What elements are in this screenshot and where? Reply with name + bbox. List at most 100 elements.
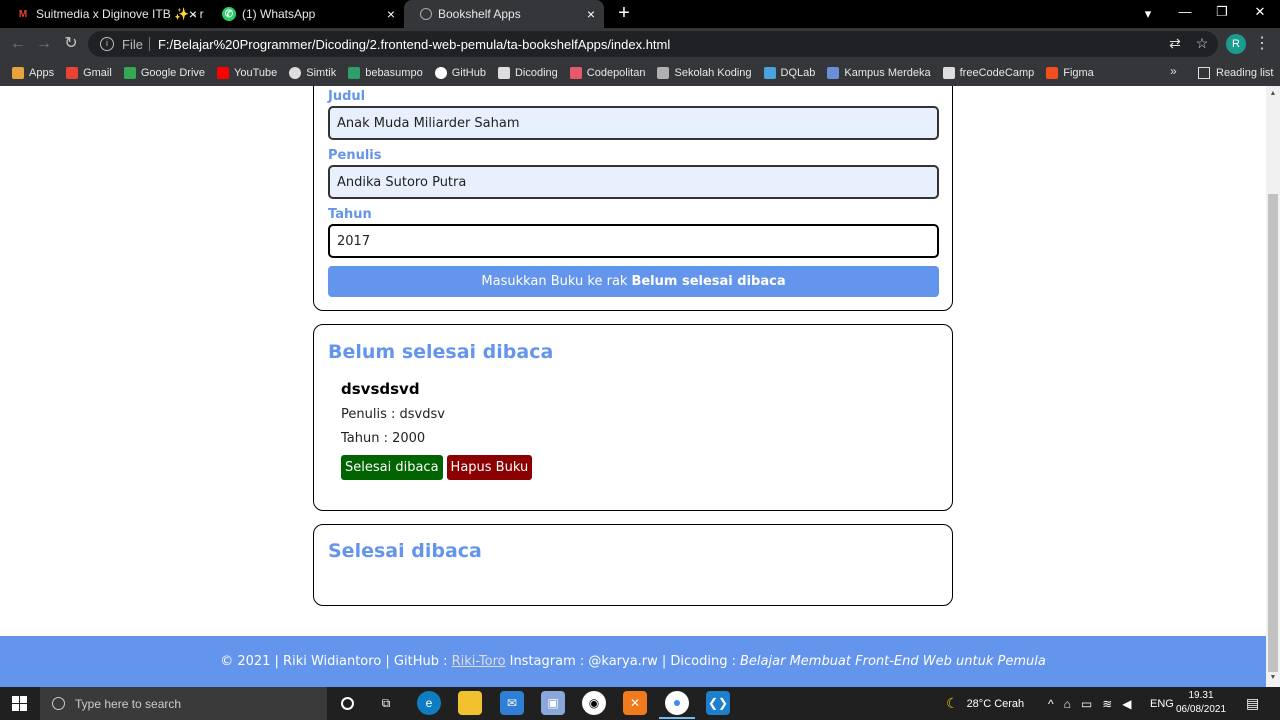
chrome-icon[interactable] [659, 691, 695, 719]
bookmark-label: freeCodeCamp [959, 67, 1035, 79]
scroll-up-icon[interactable]: ▲ [1269, 90, 1277, 98]
url-text[interactable]: F:/Belajar%20Programmer/Dicoding/2.front… [158, 37, 670, 52]
photos-icon[interactable]: ▣ [541, 691, 565, 715]
volume-icon[interactable]: ◀ [1122, 697, 1131, 711]
window-close-icon[interactable]: ✕ [1250, 4, 1270, 20]
github-link[interactable]: Riki-Toro [452, 654, 506, 669]
delete-book-button[interactable]: Hapus Buku [446, 455, 533, 480]
more-bookmarks-button[interactable]: » [1170, 64, 1177, 78]
clock-time: 19.31 [1188, 690, 1214, 701]
bookmark-kampus-merdeka[interactable]: Kampus Merdeka [827, 67, 931, 79]
bookmark-label: bebasumpo [365, 67, 423, 79]
github-icon [434, 67, 447, 79]
year-input[interactable]: 2017 [328, 224, 939, 258]
close-icon[interactable]: × [384, 7, 398, 21]
tab-strip: M Suitmedia x Diginove ITB ✨ - r × ✆ (1)… [0, 0, 1280, 28]
footer-prefix: © 2021 | Riki Widiantoro | GitHub : [220, 654, 448, 669]
scrollbar-thumb[interactable] [1268, 194, 1278, 672]
close-icon[interactable]: × [584, 7, 598, 21]
book-author: Penulis : dsvdsv [341, 407, 445, 422]
reading-list-icon [1198, 67, 1210, 79]
clock[interactable]: 19.31 06/08/2021 [1176, 689, 1226, 717]
minimize-icon[interactable]: — [1175, 4, 1195, 19]
bookmark-label: Apps [29, 67, 55, 79]
book-year: Tahun : 2000 [341, 431, 426, 446]
taskbar-search[interactable]: Type here to search [40, 687, 327, 720]
new-tab-button[interactable]: + [614, 3, 634, 23]
bookmark-gmail[interactable]: Gmail [66, 67, 112, 79]
codepolitan-icon [569, 67, 582, 79]
star-icon[interactable]: ☆ [1193, 34, 1211, 52]
language-indicator[interactable]: ENG [1150, 687, 1174, 720]
edge-icon[interactable]: e [417, 691, 441, 715]
mark-done-button[interactable]: Selesai dibaca [341, 455, 443, 480]
cortana-icon[interactable] [335, 691, 359, 715]
file-explorer-icon[interactable] [458, 691, 482, 715]
dicoding-icon [497, 67, 510, 79]
youtube-icon [217, 67, 230, 79]
scroll-down-icon[interactable]: ▼ [1269, 674, 1277, 682]
tab-search-icon[interactable]: ▾ [1138, 6, 1158, 22]
menu-icon[interactable]: ⋮ [1254, 34, 1270, 54]
bookmark-simtik[interactable]: Simtik [289, 67, 336, 79]
globe-icon [420, 8, 432, 20]
bookmark-label: GitHub [451, 67, 486, 79]
bookmark-freecodecamp[interactable]: freeCodeCamp [942, 67, 1035, 79]
task-view-icon[interactable]: ⧉ [374, 691, 398, 715]
bookmark-label: Dicoding [514, 67, 558, 79]
sekolah-koding-icon [657, 67, 670, 79]
read-shelf-heading: Selesai dibaca [328, 540, 482, 562]
translate-icon[interactable]: ⇄ [1166, 34, 1184, 52]
network-icon[interactable]: ⌂ [1064, 697, 1071, 711]
submit-book-button[interactable]: Masukkan Buku ke rak Belum selesai dibac… [328, 266, 939, 297]
battery-icon[interactable]: ▭ [1081, 697, 1092, 711]
browser-toolbar: ← → ↻ i File F:/Belajar%20Programmer/Dic… [0, 28, 1280, 60]
tab-whatsapp[interactable]: ✆ (1) WhatsApp × [206, 0, 404, 28]
notifications-icon[interactable]: ▤ [1246, 687, 1259, 720]
bookmark-label: Simtik [306, 67, 337, 79]
bookmark-github[interactable]: GitHub [434, 67, 486, 79]
chevron-up-icon[interactable]: ^ [1048, 697, 1054, 711]
forward-icon[interactable]: → [34, 34, 54, 54]
back-icon[interactable]: ← [8, 34, 28, 54]
profile-avatar[interactable]: R [1226, 34, 1246, 54]
submit-target: Belum selesai dibaca [631, 274, 786, 289]
bookmark-label: Sekolah Koding [674, 67, 752, 79]
weather-text: 28°C Cerah [966, 697, 1025, 710]
author-input[interactable]: Andika Sutoro Putra [328, 165, 939, 199]
mail-icon[interactable]: ✉ [500, 691, 524, 715]
bookmark-figma[interactable]: Figma [1046, 67, 1094, 79]
weather-moon-icon: ☾ [946, 695, 959, 711]
bookmark-apps[interactable]: Apps [12, 67, 54, 79]
vscode-icon[interactable]: ❮❯ [706, 691, 730, 715]
windows-start-icon[interactable] [12, 696, 27, 711]
clock-date: 06/08/2021 [1176, 704, 1227, 715]
close-icon[interactable]: × [186, 7, 200, 21]
taskbar-search-placeholder: Type here to search [75, 696, 182, 711]
bookmarks-bar: Apps Gmail Google Drive YouTube Simtik b… [0, 60, 1280, 86]
bookmark-sekolah-koding[interactable]: Sekolah Koding [657, 67, 752, 79]
bookmark-youtube[interactable]: YouTube [217, 67, 277, 79]
wifi-icon[interactable]: ≋ [1102, 697, 1112, 711]
bookmark-codepolitan[interactable]: Codepolitan [569, 67, 645, 79]
freecodecamp-icon [942, 67, 955, 79]
tray-icons[interactable]: ^ ⌂ ▭ ≋ ◀ [1048, 687, 1132, 720]
bookmark-google-drive[interactable]: Google Drive [123, 67, 205, 79]
title-input[interactable]: Anak Muda Miliarder Saham [328, 106, 939, 140]
tab-bookshelf[interactable]: Bookshelf Apps × [404, 0, 604, 28]
bookmark-label: Gmail [83, 67, 112, 79]
bookmark-dqlab[interactable]: DQLab [763, 67, 815, 79]
tab-suitmedia[interactable]: M Suitmedia x Diginove ITB ✨ - r × [0, 0, 206, 28]
app-icon[interactable]: ◉ [582, 691, 606, 715]
weather-widget[interactable]: ☾ 28°C Cerah [946, 687, 1024, 720]
maximize-icon[interactable]: ❐ [1212, 4, 1232, 20]
xampp-icon[interactable]: ✕ [623, 691, 647, 715]
info-icon[interactable]: i [100, 37, 114, 51]
page-scrollbar[interactable]: ▲ ▼ [1266, 86, 1280, 687]
reading-list-button[interactable]: Reading list [1198, 60, 1273, 86]
bookmark-dicoding[interactable]: Dicoding [497, 67, 558, 79]
reload-icon[interactable]: ↻ [61, 34, 81, 54]
bookmark-bebasumpo[interactable]: bebasumpo [348, 67, 423, 79]
title-label: Judul [328, 89, 366, 104]
address-bar[interactable]: i File F:/Belajar%20Programmer/Dicoding/… [88, 31, 1218, 57]
